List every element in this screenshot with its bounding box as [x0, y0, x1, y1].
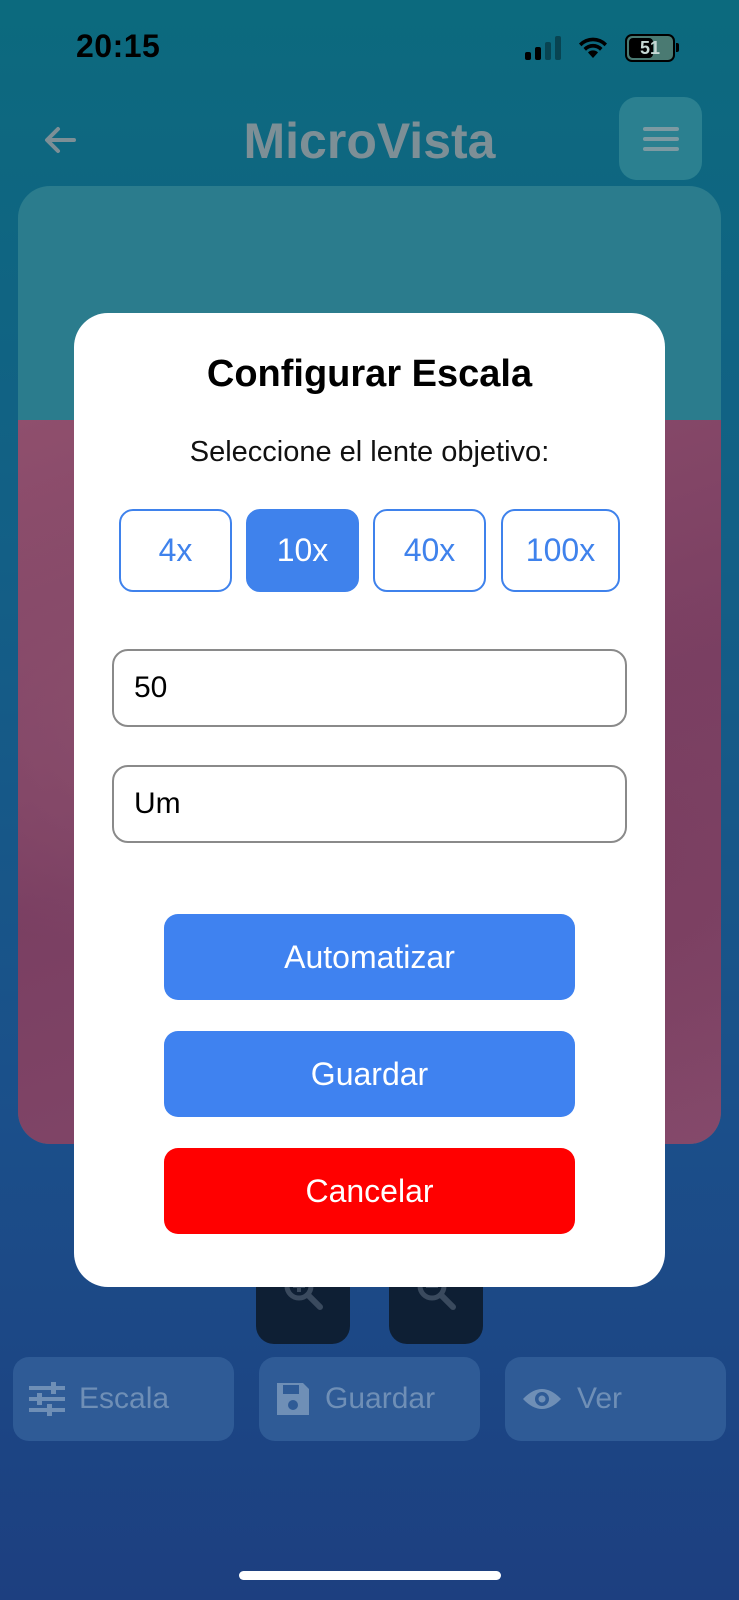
save-image-button[interactable]: Guardar	[259, 1357, 480, 1441]
status-time: 20:15	[76, 28, 161, 64]
scale-config-dialog: Configurar Escala Seleccione el lente ob…	[74, 313, 665, 1287]
cancel-button[interactable]: Cancelar	[164, 1148, 575, 1234]
battery-icon: 51	[625, 34, 679, 62]
wifi-icon	[579, 37, 607, 58]
view-button[interactable]: Ver	[505, 1357, 726, 1441]
floppy-disk-icon	[277, 1383, 309, 1415]
scale-value-input[interactable]	[112, 649, 627, 727]
home-indicator[interactable]	[239, 1571, 501, 1580]
cellular-signal-icon	[525, 36, 561, 60]
battery-level: 51	[639, 37, 661, 58]
status-bar: 20:15 51	[0, 0, 739, 96]
lens-100x-button[interactable]: 100x	[501, 509, 620, 592]
scale-label: Escala	[79, 1382, 170, 1415]
save-button[interactable]: Guardar	[164, 1031, 575, 1117]
scale-unit-input[interactable]	[112, 765, 627, 843]
menu-button[interactable]	[619, 97, 702, 180]
dialog-subtitle: Seleccione el lente objetivo:	[189, 436, 550, 468]
save-image-label: Guardar	[325, 1382, 436, 1415]
automate-button[interactable]: Automatizar	[164, 914, 575, 1000]
dialog-title: Configurar Escala	[206, 353, 533, 395]
sliders-icon	[29, 1382, 65, 1416]
hamburger-menu-icon	[642, 126, 679, 151]
lens-40x-button[interactable]: 40x	[373, 509, 486, 592]
lens-4x-button[interactable]: 4x	[119, 509, 232, 592]
lens-10x-button[interactable]: 10x	[246, 509, 359, 592]
scale-button[interactable]: Escala	[13, 1357, 234, 1441]
status-icons: 51	[525, 34, 679, 62]
eye-icon	[523, 1389, 561, 1409]
view-label: Ver	[577, 1382, 623, 1415]
